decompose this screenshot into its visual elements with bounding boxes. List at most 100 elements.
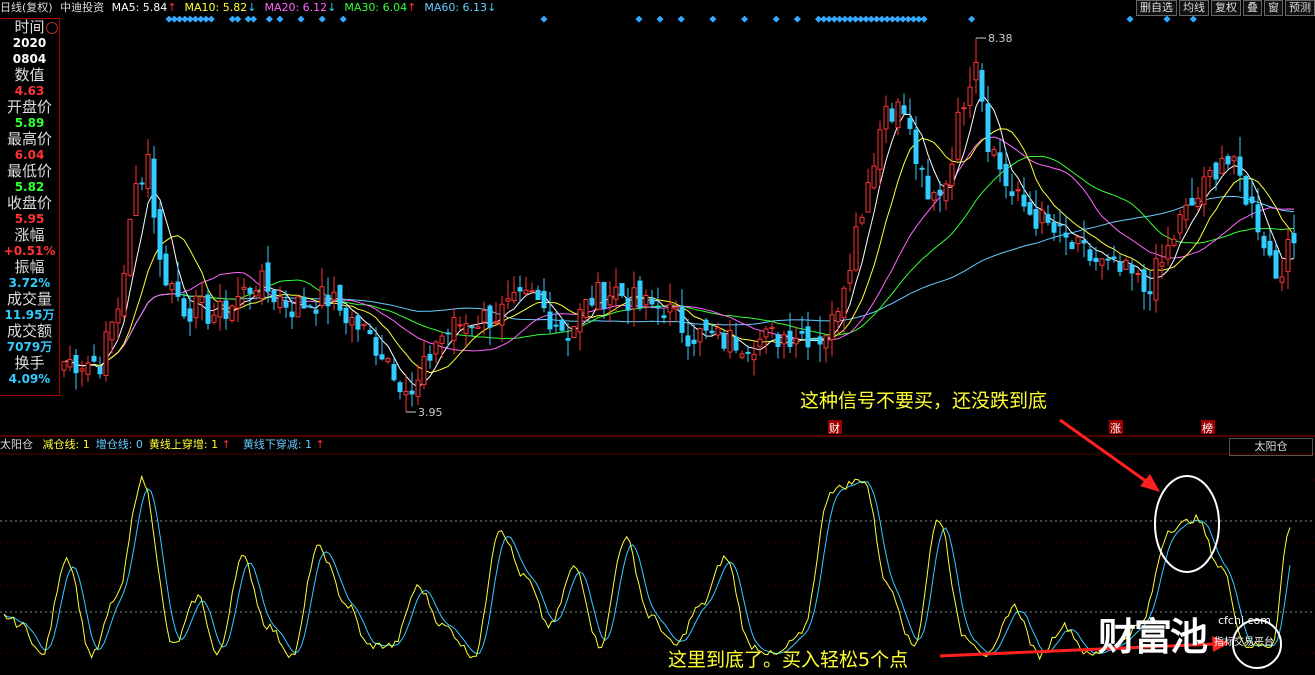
candle-body [409, 390, 415, 395]
ma-legend-item: MA20: 6.12↓ [264, 1, 337, 14]
indicator-selector[interactable]: 太阳仓 [1229, 438, 1313, 456]
candle-body [523, 289, 529, 295]
arrow-icon: ↓ [487, 1, 497, 14]
quote-value: 6.04 [14, 148, 45, 162]
candle-body [103, 331, 109, 376]
signal-diamond [920, 15, 928, 23]
candle-body [847, 270, 853, 284]
candle-body [547, 311, 553, 330]
toolbar-button[interactable]: 预测 [1285, 0, 1315, 16]
candle-body [199, 296, 205, 304]
candle-body [613, 286, 619, 300]
toolbar-button[interactable]: 删自选 [1136, 0, 1177, 16]
signal-diamond [1126, 15, 1134, 23]
signal-diamond [793, 15, 801, 23]
candle-body [73, 354, 79, 374]
indicator-legend-item: 黄线下穿减: 1 ↑ [242, 438, 325, 451]
candle-body [457, 324, 463, 327]
candle-body [601, 282, 607, 309]
candle-body [355, 315, 361, 330]
candle-body [925, 175, 931, 200]
candle-body [703, 319, 709, 331]
candle-body [331, 291, 337, 301]
candle-body [607, 295, 613, 306]
candle-body [373, 337, 379, 356]
candle-body [1237, 156, 1243, 176]
toolbar-button[interactable]: 叠 [1243, 0, 1262, 16]
candle-body [169, 283, 175, 291]
quote-value: 2020 [12, 36, 47, 50]
candle-body [931, 192, 937, 201]
candle-body [775, 334, 781, 347]
signal-diamond [339, 15, 347, 23]
ma-line-ma60 [63, 195, 1295, 367]
signal-annotation: 这种信号不要买，还没跌到底 [800, 390, 1048, 412]
candle-body [1165, 245, 1171, 260]
toolbar-button[interactable]: 均线 [1179, 0, 1209, 16]
candle-body [787, 330, 793, 347]
settings-icon[interactable] [46, 22, 58, 34]
quote-label: 最高价 [6, 130, 52, 148]
candle-body [817, 336, 823, 345]
candle-body [121, 272, 127, 317]
candle-body [583, 298, 589, 319]
quote-label: 涨幅 [14, 226, 45, 244]
arrow-icon: ↓ [247, 1, 257, 14]
quote-value: 5.95 [14, 212, 45, 226]
candle-body [493, 321, 499, 324]
quote-value: 4.63 [14, 84, 45, 98]
candle-body [109, 321, 115, 341]
candle-body [619, 283, 625, 297]
candle-body [79, 368, 85, 372]
period-label[interactable]: 日线(复权) [0, 1, 53, 14]
quote-value: 5.82 [14, 180, 45, 194]
candle-body [505, 298, 511, 302]
candle-body [1153, 258, 1159, 301]
candle-body [211, 314, 217, 323]
candle-body [1189, 197, 1195, 206]
candle-body [1075, 236, 1081, 245]
candle-body [91, 355, 97, 362]
candle-body [271, 290, 277, 303]
candle-body [1291, 233, 1297, 244]
candle-body [1243, 175, 1249, 205]
watermark-site: cfchi.com [1218, 614, 1271, 627]
candle-body [535, 289, 541, 301]
candle-body [253, 290, 259, 297]
signal-diamond [207, 15, 215, 23]
candle-body [295, 296, 301, 318]
candle-body [61, 361, 67, 371]
candle-body [757, 338, 763, 348]
signal-diamond [772, 15, 780, 23]
toolbar-button[interactable]: 窗 [1264, 0, 1283, 16]
candle-body [1141, 269, 1147, 292]
toolbar-button[interactable]: 复权 [1211, 0, 1241, 16]
candle-body [589, 297, 595, 306]
candle-body [1279, 276, 1285, 283]
candle-body [1147, 291, 1153, 295]
annotation-arrow [1059, 418, 1151, 486]
candle-body [1261, 235, 1267, 249]
candle-body [529, 290, 535, 293]
candle-body [559, 319, 565, 331]
candle-body [151, 158, 157, 218]
event-badge-text: 财 [829, 421, 840, 435]
candle-body [1081, 240, 1087, 244]
candle-body [139, 182, 145, 185]
quote-value: +0.51% [3, 244, 56, 258]
candle-body [997, 152, 1003, 170]
candle-body [673, 306, 679, 310]
candle-body [697, 327, 703, 343]
candle-body [1201, 176, 1207, 205]
candle-body [1039, 209, 1045, 224]
candle-body [487, 305, 493, 328]
signal-diamond [1189, 15, 1197, 23]
candle-body [361, 323, 367, 327]
candle-body [1249, 196, 1255, 204]
signal-diamond [968, 15, 976, 23]
signal-diamond [635, 15, 643, 23]
candle-body [709, 330, 715, 334]
candle-body [127, 218, 133, 276]
candle-body [661, 315, 667, 319]
candle-body [823, 335, 829, 349]
